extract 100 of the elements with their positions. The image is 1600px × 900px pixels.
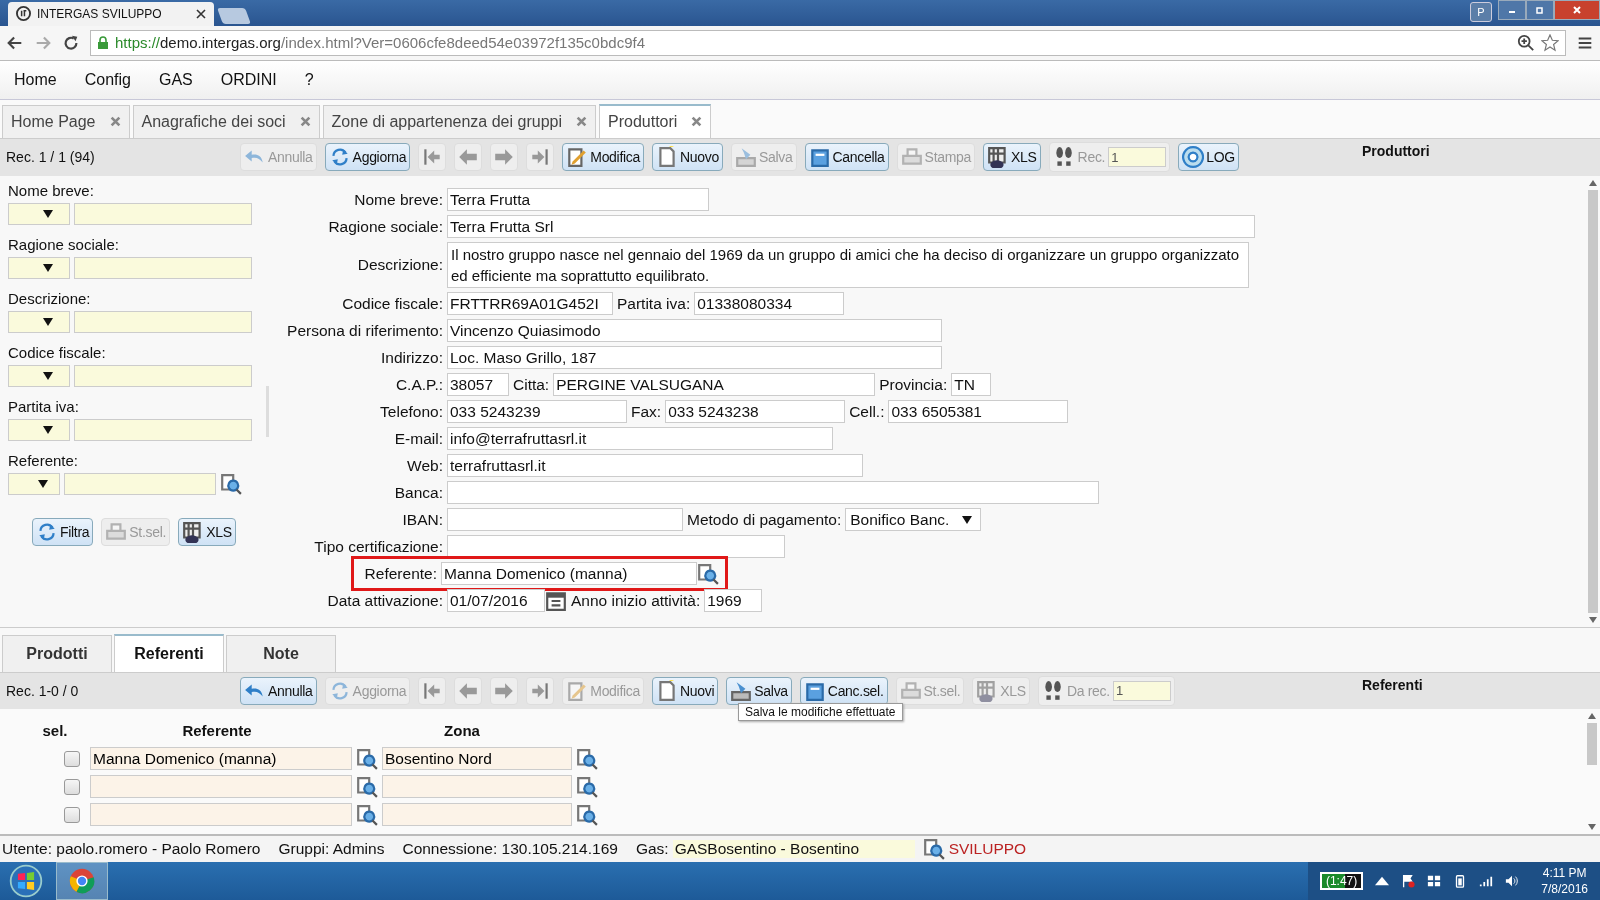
close-icon[interactable] (196, 8, 206, 19)
left-arrow-button[interactable] (454, 143, 483, 172)
toolbar-button[interactable]: Nuovo (652, 143, 723, 172)
input-field[interactable] (447, 508, 683, 532)
input-field[interactable] (447, 481, 1099, 505)
filter-field[interactable] (64, 473, 216, 496)
referente-field[interactable]: Manna Domenico (manna) (90, 747, 352, 770)
browser-tab[interactable]: INTERGAS SVILUPPO (8, 1, 214, 26)
input-field[interactable]: Terra Frutta Srl (447, 215, 1255, 239)
first-page-button[interactable] (418, 143, 447, 172)
right-arrow-button[interactable] (490, 676, 519, 705)
input-field[interactable]: PERGINE VALSUGANA (553, 373, 876, 397)
tab[interactable]: Prodotti (2, 634, 112, 672)
zone-field[interactable]: Bosentino Nord (382, 747, 572, 770)
zone-field[interactable] (382, 775, 572, 798)
scroll-down-icon[interactable] (1588, 824, 1596, 831)
menu-item[interactable]: Config (84, 70, 131, 89)
tab[interactable]: Produttori (599, 103, 712, 138)
tab[interactable]: Note (226, 634, 336, 672)
tab[interactable]: Referenti (114, 633, 224, 672)
input-field[interactable]: 033 6505381 (888, 400, 1069, 424)
record-field[interactable]: 1 (1108, 147, 1167, 168)
go-to-record-control[interactable]: Rec. 1 (1048, 142, 1171, 173)
input-field[interactable]: Vincenzo Quiasimodo (447, 319, 942, 343)
scroll-down-icon[interactable] (1589, 616, 1597, 623)
filter-field[interactable] (74, 365, 252, 388)
left-arrow-button[interactable] (454, 676, 483, 705)
operator-dropdown[interactable] (8, 257, 70, 280)
first-page-button[interactable] (418, 676, 447, 705)
toolbar-button[interactable]: Cancella (804, 143, 889, 172)
toolbar-button[interactable]: Nuovi (652, 676, 719, 705)
input-field[interactable]: TN (951, 373, 992, 397)
filter-field[interactable] (74, 257, 252, 280)
reload-icon[interactable] (62, 33, 80, 52)
referente-field[interactable] (90, 775, 352, 798)
windows-icon[interactable] (1427, 873, 1442, 888)
operator-dropdown[interactable] (8, 365, 70, 388)
tab[interactable]: Zone di appartenenza dei gruppi (322, 104, 596, 138)
volume-icon[interactable] (1505, 873, 1520, 888)
menu-item[interactable]: GAS (158, 70, 193, 89)
menu-item[interactable]: ORDINI (220, 70, 277, 89)
input-field[interactable]: 033 5243239 (447, 400, 627, 424)
referente-field[interactable] (90, 803, 352, 826)
filter-field[interactable] (74, 419, 252, 442)
input-field[interactable]: 01338080334 (694, 292, 845, 316)
input-field[interactable]: Terra Frutta (447, 188, 709, 212)
filter-button[interactable]: XLS (178, 518, 236, 547)
operator-dropdown[interactable] (8, 311, 70, 334)
gas-field[interactable]: GASBosentino - Bosentino (672, 840, 915, 858)
maximize-button[interactable] (1526, 0, 1554, 20)
record-field[interactable]: 1 (1112, 680, 1171, 701)
operator-dropdown[interactable] (8, 473, 60, 496)
operator-dropdown[interactable] (8, 203, 70, 226)
operator-dropdown[interactable] (8, 419, 70, 442)
scrollbar-thumb[interactable] (1588, 190, 1598, 613)
profile-button[interactable]: P (1470, 1, 1492, 22)
toolbar-button[interactable]: Modifica (562, 143, 644, 172)
input-field[interactable]: 38057 (447, 373, 509, 397)
scroll-up-icon[interactable] (1588, 712, 1596, 719)
close-button[interactable] (1554, 0, 1600, 20)
flag-icon[interactable] (1401, 873, 1416, 888)
row-checkbox[interactable] (64, 778, 80, 795)
filter-field[interactable] (74, 203, 252, 226)
input-field[interactable] (447, 535, 785, 559)
input-field[interactable]: 01/07/2016 (447, 589, 545, 613)
zoom-icon[interactable] (1517, 33, 1535, 52)
input-field[interactable]: Manna Domenico (manna) (441, 562, 697, 586)
scroll-up-icon[interactable] (1589, 180, 1597, 187)
minimize-button[interactable] (1498, 0, 1526, 20)
last-page-button[interactable] (526, 143, 555, 172)
input-field[interactable]: FRTTRR69A01G452I (447, 292, 613, 316)
input-field[interactable]: 033 5243238 (665, 400, 846, 424)
toolbar-button[interactable]: Salva (726, 676, 792, 705)
input-field[interactable]: Loc. Maso Grillo, 187 (447, 346, 942, 370)
go-to-record-control[interactable]: Da rec. 1 (1037, 675, 1175, 706)
row-checkbox[interactable] (64, 750, 80, 767)
toolbar-button[interactable]: XLS (983, 143, 1041, 172)
taskbar-app[interactable] (56, 861, 108, 900)
toolbar-button[interactable]: Canc.sel. (799, 676, 888, 705)
row-checkbox[interactable] (64, 806, 80, 823)
star-icon[interactable] (1541, 33, 1559, 52)
menu-item[interactable]: Home (14, 70, 57, 89)
input-field[interactable]: terrafruttasrl.it (447, 454, 863, 478)
toolbar-button[interactable]: LOG (1178, 143, 1239, 172)
menu-item[interactable]: ? (304, 70, 314, 89)
filter-field[interactable] (74, 311, 252, 334)
toolbar-button[interactable]: Annulla (240, 676, 317, 705)
tab[interactable]: Home Page (2, 104, 130, 138)
payment-dropdown[interactable]: Bonifico Banc. (845, 508, 982, 532)
toolbar-button[interactable]: Aggiorna (324, 143, 411, 172)
last-page-button[interactable] (526, 676, 555, 705)
new-tab-button[interactable] (217, 7, 251, 24)
text-area[interactable]: Il nostro gruppo nasce nel gennaio del 1969 da un gruppo di amici che ha deciso di organizzare un gruppo organizzato ed efficiente ma soprattutto equilibrato. (447, 242, 1249, 289)
input-field[interactable]: info@terrafruttasrl.it (447, 427, 833, 451)
scrollbar-thumb[interactable] (1587, 722, 1597, 765)
address-bar[interactable]: https://demo.intergas.org/index.html?Ver=0606cfe8deed54e03972f135c0bdc9f4 (90, 29, 1566, 56)
filter-button[interactable]: Filtra (32, 518, 94, 547)
tab[interactable]: Anagrafiche dei soci (132, 104, 320, 138)
zone-field[interactable] (382, 803, 572, 826)
right-arrow-button[interactable] (490, 143, 519, 172)
